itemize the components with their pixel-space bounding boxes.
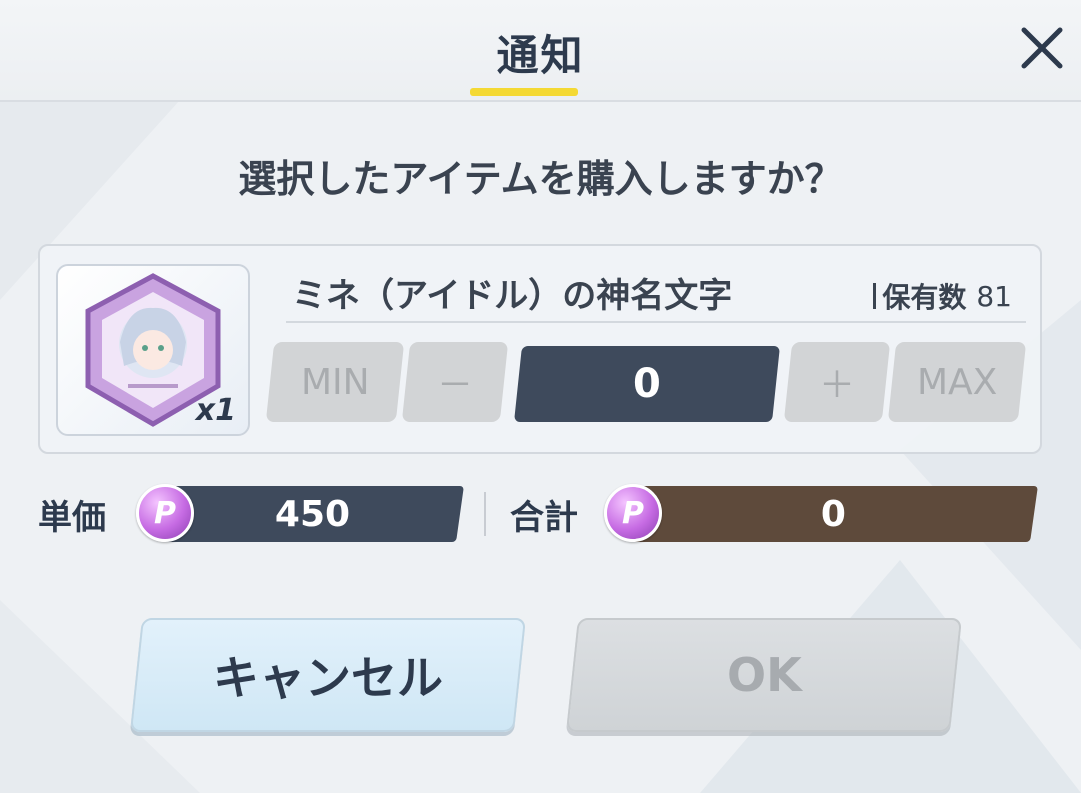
total-price-field: 0 (630, 486, 1038, 542)
item-divider (286, 321, 1026, 323)
dialog-header: 通知 (0, 0, 1081, 102)
total-price-value: 0 (821, 493, 847, 535)
ok-button[interactable]: OK (566, 618, 962, 732)
min-label: MIN (300, 361, 370, 403)
currency-symbol: P (622, 495, 644, 531)
price-row: 単価 P 450 合計 P 0 (0, 484, 1081, 542)
p-coin-icon: P (136, 484, 194, 542)
increment-button[interactable]: ＋ (783, 342, 891, 422)
max-label: MAX (916, 361, 998, 403)
unit-price-field: 450 (162, 486, 464, 542)
total-label: 合計 (510, 498, 578, 538)
max-button[interactable]: MAX (887, 342, 1027, 422)
dialog-title: 通知 (496, 31, 585, 80)
title-underline (470, 88, 578, 96)
item-thumbnail: x1 (56, 264, 250, 436)
p-coin-icon: P (604, 484, 662, 542)
ok-label: OK (726, 648, 802, 702)
close-button[interactable] (1014, 20, 1070, 76)
unit-price-value: 450 (275, 493, 351, 535)
confirm-question: 選択したアイテムを購入しますか？ (238, 157, 843, 201)
close-icon (1021, 27, 1063, 69)
unit-price-label: 単価 (38, 498, 106, 538)
cancel-label: キャンセル (213, 651, 443, 705)
quantity-input[interactable]: 0 (514, 346, 780, 422)
owned-count: 保有数 81 (873, 276, 1012, 316)
price-separator (484, 492, 486, 536)
owned-divider (873, 283, 877, 309)
item-panel: x1 ミネ（アイドル）の神名文字 保有数 81 MIN － 0 ＋ MAX (38, 244, 1042, 454)
owned-value: 81 (976, 279, 1012, 313)
min-button[interactable]: MIN (265, 342, 405, 422)
quantity-badge: x1 (195, 393, 236, 428)
decrement-button[interactable]: － (401, 342, 509, 422)
quantity-value: 0 (633, 361, 661, 407)
owned-label: 保有数 (882, 281, 967, 314)
cancel-button[interactable]: キャンセル (130, 618, 526, 732)
currency-symbol: P (154, 495, 176, 531)
item-name: ミネ（アイドル）の神名文字 (292, 276, 733, 316)
plus-label: ＋ (818, 365, 855, 406)
minus-label: － (436, 365, 473, 406)
